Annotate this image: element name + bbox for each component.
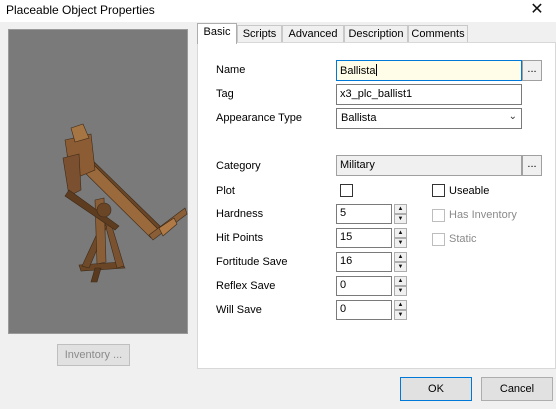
spin-down-icon[interactable]: ▼ (394, 286, 407, 296)
will-save-input[interactable]: 0 (336, 300, 392, 320)
tab-scripts[interactable]: Scripts (237, 25, 282, 43)
close-icon[interactable]: ✕ (528, 1, 546, 19)
spin-up-icon[interactable]: ▲ (394, 228, 407, 238)
fortitude-save-input[interactable]: 16 (336, 252, 392, 272)
spin-up-icon[interactable]: ▲ (394, 276, 407, 286)
tag-label: Tag (216, 88, 234, 100)
spin-down-icon[interactable]: ▼ (394, 262, 407, 272)
fortitude-save-spinner[interactable]: ▲ ▼ (394, 252, 407, 272)
hit-points-value: 15 (340, 231, 353, 243)
plot-checkbox[interactable] (340, 184, 353, 197)
ballista-model-image (62, 123, 188, 283)
hit-points-input[interactable]: 15 (336, 228, 392, 248)
appearance-type-select[interactable]: Ballista ⌄ (336, 108, 522, 129)
model-preview[interactable] (8, 29, 188, 334)
tab-comments[interactable]: Comments (408, 25, 468, 43)
hardness-label: Hardness (216, 208, 264, 220)
chevron-down-icon: ⌄ (508, 111, 517, 122)
reflex-save-label: Reflex Save (216, 280, 276, 292)
static-checkbox[interactable] (432, 233, 445, 246)
spin-down-icon[interactable]: ▼ (394, 310, 407, 320)
useable-checkbox[interactable] (432, 184, 445, 197)
hardness-spinner[interactable]: ▲ ▼ (394, 204, 407, 224)
hit-points-spinner[interactable]: ▲ ▼ (394, 228, 407, 248)
tag-value: x3_plc_ballist1 (340, 88, 413, 100)
hardness-value: 5 (340, 207, 347, 219)
name-label: Name (216, 64, 246, 76)
has-inventory-label: Has Inventory (449, 209, 517, 221)
useable-label[interactable]: Useable (449, 185, 489, 197)
spin-down-icon[interactable]: ▼ (394, 238, 407, 248)
window-title: Placeable Object Properties (6, 3, 155, 17)
name-field[interactable]: Ballista (336, 60, 522, 81)
title-bar: Placeable Object Properties ✕ (0, 0, 556, 22)
spin-up-icon[interactable]: ▲ (394, 252, 407, 262)
appearance-type-value: Ballista (341, 112, 377, 124)
category-field[interactable]: Military (336, 155, 522, 176)
tab-basic[interactable]: Basic (197, 23, 237, 44)
static-label: Static (449, 233, 477, 245)
category-browse-button[interactable]: ... (522, 155, 542, 176)
reflex-save-spinner[interactable]: ▲ ▼ (394, 276, 407, 296)
has-inventory-checkbox[interactable] (432, 209, 445, 222)
ok-button[interactable]: OK (400, 377, 472, 401)
tag-field[interactable]: x3_plc_ballist1 (336, 84, 522, 105)
spin-down-icon[interactable]: ▼ (394, 214, 407, 224)
basic-panel: Name Ballista ... Tag x3_plc_ballist1 Ap… (197, 42, 556, 369)
plot-label: Plot (216, 185, 235, 197)
will-save-spinner[interactable]: ▲ ▼ (394, 300, 407, 320)
name-value: Ballista (340, 65, 376, 77)
appearance-type-label: Appearance Type (216, 112, 303, 124)
fortitude-save-label: Fortitude Save (216, 256, 288, 268)
spin-up-icon[interactable]: ▲ (394, 204, 407, 214)
name-browse-button[interactable]: ... (522, 60, 542, 81)
text-caret (376, 64, 378, 76)
tab-description[interactable]: Description (344, 25, 408, 43)
cancel-button[interactable]: Cancel (481, 377, 553, 401)
hit-points-label: Hit Points (216, 232, 264, 244)
will-save-label: Will Save (216, 304, 262, 316)
reflex-save-input[interactable]: 0 (336, 276, 392, 296)
hardness-input[interactable]: 5 (336, 204, 392, 224)
category-label: Category (216, 160, 261, 172)
tab-advanced[interactable]: Advanced (282, 25, 344, 43)
will-save-value: 0 (340, 303, 347, 315)
reflex-save-value: 0 (340, 279, 347, 291)
fortitude-save-value: 16 (340, 255, 353, 267)
spin-up-icon[interactable]: ▲ (394, 300, 407, 310)
inventory-button[interactable]: Inventory ... (57, 344, 130, 366)
category-value: Military (340, 159, 375, 171)
